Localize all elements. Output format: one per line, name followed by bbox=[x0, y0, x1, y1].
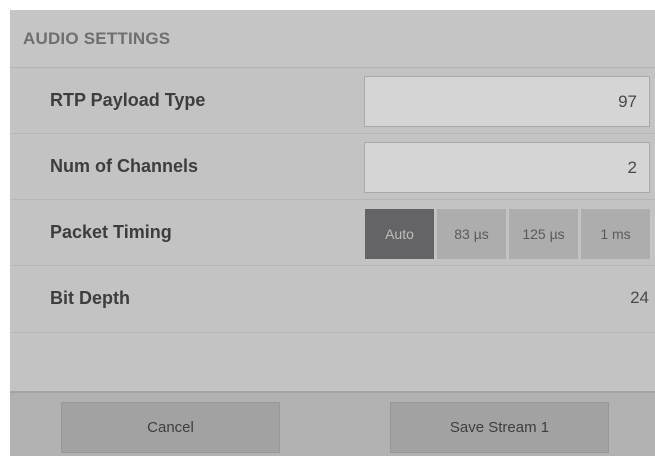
panel-header: AUDIO SETTINGS bbox=[10, 10, 655, 68]
bit-depth-value: 24 bbox=[630, 288, 649, 307]
empty-row bbox=[10, 333, 655, 391]
packet-timing-option-1ms[interactable]: 1 ms bbox=[581, 209, 650, 259]
footer-bar: Cancel Save Stream 1 bbox=[10, 391, 655, 456]
setting-row-packet-timing: Packet Timing Auto 83 µs 125 µs 1 ms bbox=[10, 200, 655, 266]
setting-row-rtp-payload-type: RTP Payload Type 97 bbox=[10, 68, 655, 134]
packet-timing-option-auto[interactable]: Auto bbox=[365, 209, 434, 259]
bit-depth-label: Bit Depth bbox=[50, 288, 130, 308]
rtp-payload-type-label: RTP Payload Type bbox=[50, 90, 206, 110]
rtp-payload-type-field[interactable]: 97 bbox=[364, 76, 650, 127]
setting-row-num-channels: Num of Channels 2 bbox=[10, 134, 655, 200]
num-channels-label: Num of Channels bbox=[50, 156, 199, 176]
packet-timing-segmented-control: Auto 83 µs 125 µs 1 ms bbox=[365, 209, 650, 259]
setting-row-bit-depth: Bit Depth 24 bbox=[10, 266, 655, 333]
audio-settings-panel: AUDIO SETTINGS RTP Payload Type 97 Num o… bbox=[10, 10, 655, 456]
packet-timing-option-125us[interactable]: 125 µs bbox=[509, 209, 578, 259]
packet-timing-label: Packet Timing bbox=[50, 222, 172, 242]
cancel-button[interactable]: Cancel bbox=[61, 402, 280, 453]
save-stream-button[interactable]: Save Stream 1 bbox=[390, 402, 609, 453]
packet-timing-option-83us[interactable]: 83 µs bbox=[437, 209, 506, 259]
num-channels-field[interactable]: 2 bbox=[364, 142, 650, 193]
panel-title: AUDIO SETTINGS bbox=[23, 29, 171, 48]
